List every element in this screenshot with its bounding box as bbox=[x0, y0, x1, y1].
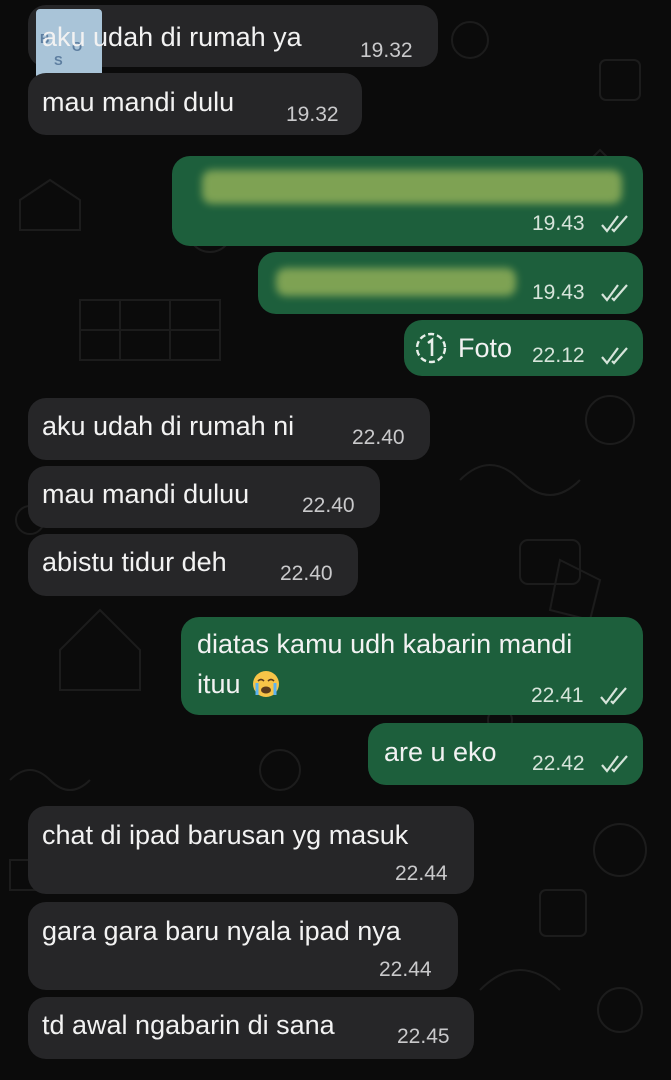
read-receipt-icon bbox=[601, 215, 628, 233]
message-text: gara gara baru nyala ipad nya bbox=[42, 916, 401, 946]
message-time: 22.41 bbox=[531, 684, 584, 707]
message-text: aku udah di rumah ni bbox=[42, 411, 295, 441]
message-bubble-incoming[interactable]: gara gara baru nyala ipad nya 22.44 bbox=[28, 902, 458, 990]
message-text-line-1: diatas kamu udh kabarin mandi bbox=[197, 629, 573, 659]
message-bubble-incoming[interactable]: mau mandi duluu 22.40 bbox=[28, 466, 380, 528]
message-text: are u eko bbox=[384, 737, 497, 767]
message-time: 19.43 bbox=[532, 212, 585, 235]
message-time: 22.44 bbox=[395, 862, 448, 885]
loudly-crying-face-icon bbox=[253, 671, 279, 697]
message-time: 19.32 bbox=[360, 39, 413, 62]
read-receipt-icon bbox=[601, 755, 628, 773]
message-bubble-incoming[interactable]: aku udah di rumah ni 22.40 bbox=[28, 398, 430, 460]
message-time: 22.40 bbox=[352, 426, 405, 449]
message-bubble-incoming[interactable]: td awal ngabarin di sana 22.45 bbox=[28, 997, 474, 1059]
message-time: 22.12 bbox=[532, 344, 585, 367]
message-text: abistu tidur deh bbox=[42, 547, 227, 577]
message-text: mau mandi duluu bbox=[42, 479, 250, 509]
message-text: td awal ngabarin di sana bbox=[42, 1010, 335, 1040]
read-receipt-icon bbox=[601, 284, 628, 302]
message-bubble-outgoing[interactable]: 19.43 bbox=[172, 156, 643, 246]
message-time: 22.40 bbox=[302, 494, 355, 517]
message-bubble-incoming[interactable]: B S O aku udah di rumah ya 19.32 bbox=[28, 5, 438, 79]
message-text: Foto bbox=[458, 333, 513, 363]
message-time: 19.43 bbox=[532, 281, 585, 304]
message-text-line-2: ituu bbox=[197, 669, 241, 699]
message-text: mau mandi dulu bbox=[42, 87, 235, 117]
message-time: 22.42 bbox=[532, 752, 585, 775]
read-receipt-icon bbox=[601, 347, 628, 365]
message-time: 22.45 bbox=[397, 1025, 450, 1048]
message-bubble-outgoing[interactable]: diatas kamu udh kabarin mandi ituu 22.41 bbox=[181, 617, 643, 715]
message-text: aku udah di rumah ya bbox=[42, 22, 302, 52]
message-text: chat di ipad barusan yg masuk bbox=[42, 820, 409, 850]
read-receipt-icon bbox=[600, 687, 627, 705]
message-bubble-incoming[interactable]: abistu tidur deh 22.40 bbox=[28, 534, 358, 596]
message-bubble-outgoing[interactable]: Foto 22.12 bbox=[404, 320, 643, 376]
message-bubble-incoming[interactable]: chat di ipad barusan yg masuk 22.44 bbox=[28, 806, 474, 894]
view-once-icon bbox=[415, 332, 447, 364]
message-bubble-incoming[interactable]: mau mandi dulu 19.32 bbox=[28, 73, 362, 135]
redacted-text bbox=[276, 268, 516, 296]
message-time: 22.40 bbox=[280, 562, 333, 585]
message-time: 19.32 bbox=[286, 103, 339, 126]
message-bubble-outgoing[interactable]: are u eko 22.42 bbox=[368, 723, 643, 785]
redacted-text bbox=[202, 170, 622, 204]
message-time: 22.44 bbox=[379, 958, 432, 981]
message-bubble-outgoing[interactable]: 19.43 bbox=[258, 252, 643, 314]
